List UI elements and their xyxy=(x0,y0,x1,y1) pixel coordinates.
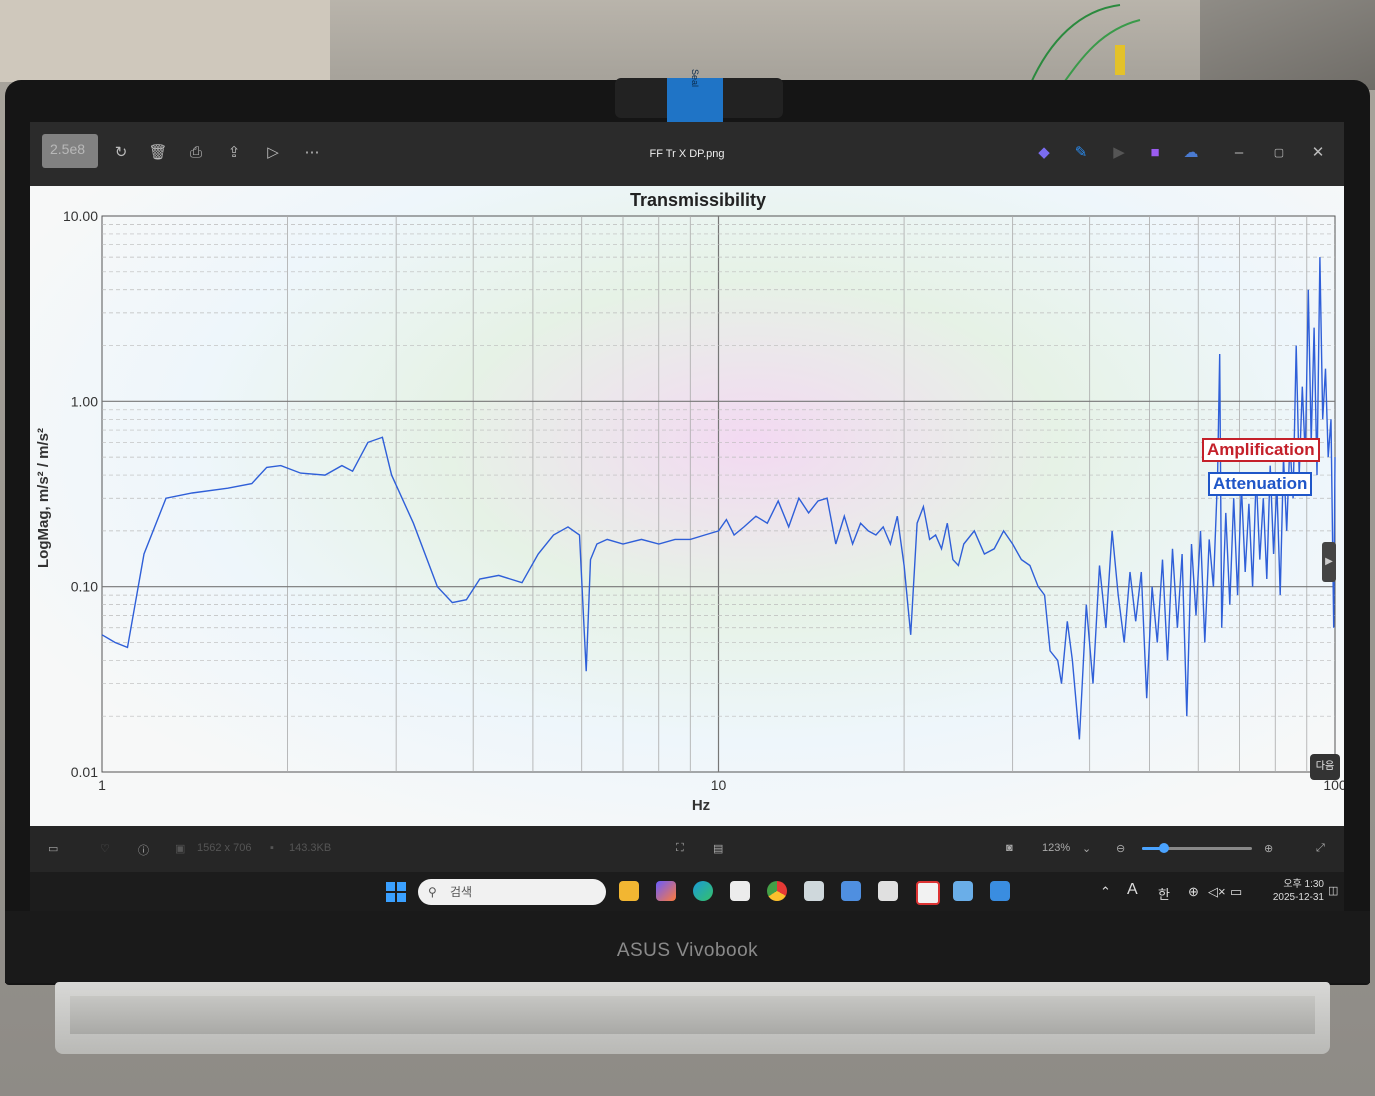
desk-metal-plate xyxy=(1200,0,1375,90)
copilot-icon[interactable]: ◆ xyxy=(1033,142,1055,164)
close-icon[interactable]: ✕ xyxy=(1307,142,1329,164)
favorite-icon[interactable]: ♡ xyxy=(100,842,110,855)
search-placeholder: 검색 xyxy=(450,885,473,899)
next-button[interactable]: 다음 xyxy=(1310,754,1340,780)
image-canvas: 10.00 1.00 0.10 0.01 1 10 100 Transmissibility… xyxy=(30,186,1344,826)
transmissibility-chart: 10.001.000.100.011 10 100 Transmissibility… xyxy=(35,190,1344,814)
ime-mode[interactable]: A xyxy=(1127,881,1138,899)
clock-time: 오후 1:30 xyxy=(1283,879,1324,890)
y-tick-label: 10.00 xyxy=(63,208,98,224)
photos-titlebar: 2.5e8 ↻ 🗑 ⎙ ⇪ ▷ ⋯ FF Tr X DP.png ◆ ✎ ▶ ■… xyxy=(30,122,1344,186)
ime-hangul[interactable]: 한 xyxy=(1158,884,1170,903)
file-size-icon: ▪ xyxy=(270,842,274,854)
x-tick-label: 1 xyxy=(98,777,106,793)
copilot-icon[interactable] xyxy=(656,881,676,901)
chrome-icon[interactable] xyxy=(767,881,787,901)
search-icon: ⚲ xyxy=(428,885,437,899)
chart-grid xyxy=(101,215,1336,773)
crop-icon[interactable]: ⛶ xyxy=(676,842,684,855)
zoom-in-icon[interactable]: ⊕ xyxy=(1264,842,1273,855)
notepad-icon[interactable] xyxy=(841,881,861,901)
x-axis-label: Hz xyxy=(692,797,710,814)
laptop-hinge-inner xyxy=(70,996,1315,1034)
photos-icon[interactable] xyxy=(953,881,973,901)
edge-icon[interactable] xyxy=(693,881,713,901)
cable-decoration xyxy=(1029,4,1141,89)
cloud-icon[interactable]: ☁ xyxy=(1180,142,1202,164)
file-explorer-icon[interactable] xyxy=(619,881,639,901)
chart-ticks: 10.001.000.100.011 10 100 xyxy=(63,208,1344,793)
zoom-slider[interactable] xyxy=(1142,843,1252,853)
next-image-arrow[interactable]: ▶ xyxy=(1322,542,1336,582)
minimize-icon[interactable]: – xyxy=(1228,142,1250,164)
y-tick-label: 0.10 xyxy=(71,579,98,595)
chevron-down-icon[interactable]: ⌄ xyxy=(1082,842,1091,855)
info-icon[interactable]: ⓘ xyxy=(138,842,149,858)
laptop-screen: 2.5e8 ↻ 🗑 ⎙ ⇪ ▷ ⋯ FF Tr X DP.png ◆ ✎ ▶ ■… xyxy=(30,122,1344,911)
designer-icon[interactable]: ■ xyxy=(1144,142,1166,164)
zoom-slider-thumb[interactable] xyxy=(1159,843,1169,853)
image-size-icon: ▣ xyxy=(175,843,186,855)
x-tick-label: 10 xyxy=(711,777,727,793)
start-button[interactable] xyxy=(386,882,406,902)
screenshot-icon[interactable]: ◙ xyxy=(1006,842,1013,854)
y-axis-label: LogMag, m/s² / m/s² xyxy=(35,428,52,568)
network-icon[interactable]: ⊕ xyxy=(1188,884,1199,900)
fullscreen-icon[interactable]: ⤢ xyxy=(1316,842,1325,855)
zoom-out-icon[interactable]: ⊖ xyxy=(1116,842,1125,855)
windows-taskbar: ⚲ 검색 ⌃ A 한 ⊕ ◁× ▭ 오후 1:30 2025-12-31 ◫ xyxy=(30,872,1344,911)
maximize-icon[interactable]: ▢ xyxy=(1268,142,1290,164)
chevron-up-icon[interactable]: ⌃ xyxy=(1100,884,1111,900)
battery-icon[interactable]: ▭ xyxy=(1230,884,1242,900)
filmstrip-icon[interactable]: ▭ xyxy=(48,842,58,855)
chart-title: Transmissibility xyxy=(630,190,766,210)
clock-date: 2025-12-31 xyxy=(1272,892,1324,903)
webcam-tape: Seal xyxy=(667,69,723,128)
paint-icon[interactable] xyxy=(990,881,1010,901)
scan-icon[interactable]: ▤ xyxy=(713,842,723,855)
app-icon[interactable] xyxy=(916,881,940,905)
edit-icon[interactable]: ✎ xyxy=(1070,142,1092,164)
laptop-brand: ASUS Vivobook xyxy=(616,940,759,961)
attenuation-label: Attenuation xyxy=(1208,472,1313,496)
store-icon[interactable] xyxy=(730,881,750,901)
y-tick-label: 1.00 xyxy=(71,393,98,409)
amplification-label: Amplification xyxy=(1202,438,1320,462)
viewer-statusbar: ▭ ♡ ⓘ ▣ 1562 x 706 ▪ 143.3KB ⛶ ▤ ◙ 123% … xyxy=(30,826,1344,872)
volume-mute-icon[interactable]: ◁× xyxy=(1208,884,1226,900)
calculator-icon[interactable] xyxy=(804,881,824,901)
desk-background xyxy=(0,0,330,82)
taskbar-search[interactable]: ⚲ 검색 xyxy=(418,879,606,905)
notification-icon[interactable]: ◫ xyxy=(1328,884,1338,897)
file-size: 143.3KB xyxy=(289,842,332,854)
snipping-icon[interactable] xyxy=(878,881,898,901)
y-tick-label: 0.01 xyxy=(71,764,98,780)
system-clock[interactable]: 오후 1:30 2025-12-31 xyxy=(1252,878,1324,904)
media-icon[interactable]: ▶ xyxy=(1108,142,1130,164)
zoom-level[interactable]: 123% xyxy=(1042,842,1070,854)
image-dimensions: 1562 x 706 xyxy=(197,842,252,854)
